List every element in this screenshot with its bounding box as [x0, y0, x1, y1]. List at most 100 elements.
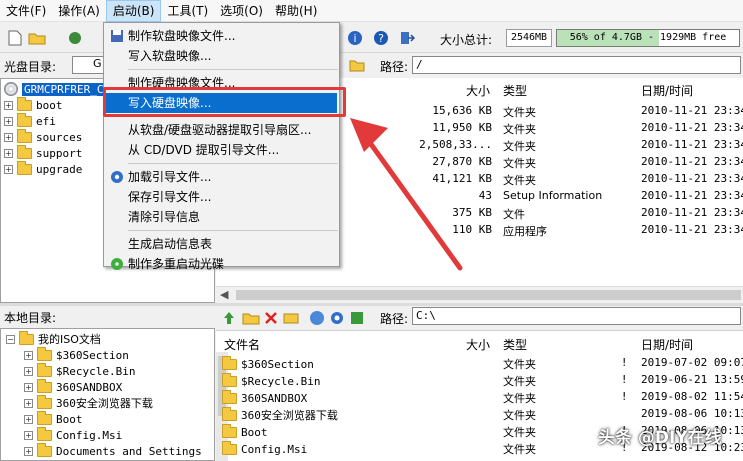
expand-icon[interactable]: + [24, 430, 33, 440]
menu-item[interactable]: 从 CD/DVD 提取引导文件... [106, 140, 337, 160]
tree-item[interactable]: + Boot [24, 410, 83, 427]
menu-item[interactable]: 清除引导信息 [106, 207, 337, 227]
file-type: 文件夹 [503, 409, 536, 422]
help-icon[interactable]: i [346, 29, 364, 47]
folder-icon [37, 394, 52, 409]
col-size-lower[interactable]: 大小 [466, 336, 490, 353]
up-arrow-icon[interactable] [220, 309, 238, 327]
expand-icon[interactable]: + [4, 164, 13, 174]
expand-icon[interactable]: + [4, 100, 13, 110]
table-row[interactable]: 360SANDBOX [222, 389, 308, 406]
new-icon[interactable] [6, 29, 24, 47]
col-name[interactable]: 文件名 [224, 336, 260, 353]
file-date: 2010-11-21 23:34 [641, 223, 743, 236]
table-row[interactable]: $360Section [222, 355, 314, 372]
local-path-input[interactable]: C:\ [412, 307, 741, 325]
file-type: 文件夹 [503, 174, 536, 187]
folder-icon [37, 442, 52, 457]
refresh-icon[interactable] [348, 309, 366, 327]
menu-item-label: 制作软盘映像文件... [128, 29, 236, 43]
folder-icon [17, 96, 32, 111]
file-date: 2019-08-06 10:13 [641, 407, 743, 420]
menu-boot[interactable]: 启动(B) [105, 0, 162, 22]
menu-item[interactable]: 加载引导文件... [106, 167, 337, 187]
col-type-lower[interactable]: 类型 [503, 336, 527, 353]
open-folder-icon[interactable] [28, 29, 46, 47]
scroll-thumb[interactable] [236, 290, 741, 300]
file-type: 文件夹 [503, 426, 536, 439]
menu-item[interactable]: 保存引导文件... [106, 187, 337, 207]
expand-icon[interactable]: + [24, 366, 33, 376]
expand-icon[interactable]: + [24, 414, 33, 424]
expand-icon[interactable]: + [24, 382, 33, 392]
tree-item[interactable]: +360安全浏览器下载 [24, 394, 153, 411]
menu-action[interactable]: 操作(A) [52, 0, 106, 22]
col-date[interactable]: 日期/时间 [641, 82, 693, 99]
tree-item[interactable]: + efi [4, 112, 56, 129]
table-row[interactable]: $Recycle.Bin [222, 372, 320, 389]
table-row[interactable]: Config.Msi [222, 440, 308, 457]
tree-item[interactable]: +360SANDBOX [24, 378, 122, 395]
expand-icon[interactable]: + [4, 132, 13, 142]
menu-item[interactable]: 制作多重启动光碟 [106, 254, 337, 274]
menu-item[interactable]: 写入软盘映像... [106, 46, 337, 66]
gear-icon[interactable] [328, 309, 346, 327]
delete-icon[interactable] [262, 309, 280, 327]
file-date: 2019-06-21 13:59 [641, 373, 743, 386]
new-folder-icon[interactable] [242, 309, 260, 327]
expand-icon[interactable]: + [24, 446, 33, 456]
cd-directory-label: 光盘目录: [4, 60, 57, 74]
tree-item[interactable]: + support [4, 144, 82, 161]
expand-icon[interactable]: + [24, 350, 33, 360]
col-type[interactable]: 类型 [503, 82, 527, 99]
folder-icon [37, 378, 52, 393]
menu-options[interactable]: 选项(O) [214, 0, 269, 22]
tree-item[interactable]: + upgrade [4, 160, 82, 177]
folder-icon [37, 362, 52, 377]
globe-icon[interactable] [308, 309, 326, 327]
col-date-lower[interactable]: 日期/时间 [641, 336, 693, 353]
file-date: 2010-11-21 23:34 [641, 206, 743, 219]
disc-capacity-text: 56% of 4.7GB - 1929MB free [569, 32, 727, 43]
menu-item[interactable]: 从软盘/硬盘驱动器提取引导扇区... [106, 120, 337, 140]
file-date: 2010-11-21 23:34 [641, 189, 743, 202]
tree-item[interactable]: + $360Section [24, 346, 129, 363]
tree-item[interactable]: + Documents and Settings [24, 442, 202, 459]
menu-help[interactable]: 帮助(H) [269, 0, 323, 22]
tree-item[interactable]: + sources [4, 128, 82, 145]
file-name: Config.Msi [241, 442, 308, 456]
file-date: 2019-07-02 09:07 [641, 356, 743, 369]
size-total-value: 2546MB [506, 29, 552, 47]
scroll-left-icon[interactable]: ◀ [220, 288, 228, 301]
extract-icon[interactable] [66, 29, 84, 47]
tree-item-label: $360Section [56, 348, 129, 362]
col-size[interactable]: 大小 [466, 82, 490, 99]
menu-item[interactable]: 生成启动信息表 [106, 234, 337, 254]
folder-up-icon[interactable] [348, 56, 366, 74]
expand-icon[interactable]: + [24, 398, 33, 408]
tree-item[interactable]: + Config.Msi [24, 426, 122, 443]
expand-icon[interactable]: + [4, 148, 13, 158]
table-row[interactable]: 360安全浏览器下载 [222, 406, 338, 423]
question-icon[interactable]: ? [372, 29, 390, 47]
file-name: 360SANDBOX [241, 391, 308, 405]
expand-icon[interactable]: + [4, 116, 13, 126]
menu-tools[interactable]: 工具(T) [161, 0, 214, 22]
tree-item[interactable]: − 我的ISO文档 [6, 330, 101, 347]
menu-item-label: 写入软盘映像... [128, 49, 212, 63]
file-type: 文件夹 [503, 106, 536, 119]
tree-item[interactable]: + $Recycle.Bin [24, 362, 135, 379]
tree-item[interactable]: + boot [4, 96, 63, 113]
file-flag: ! [622, 373, 627, 386]
table-row[interactable]: Boot [222, 423, 268, 440]
horizontal-scrollbar[interactable]: ◀ [216, 286, 743, 302]
rename-icon[interactable] [282, 309, 300, 327]
menu-item[interactable]: 制作软盘映像文件... [106, 26, 337, 46]
folder-icon [222, 423, 237, 438]
cd-path-input[interactable]: / [412, 56, 741, 74]
tree-item[interactable]: GRMCPRFRER_CN [4, 81, 113, 97]
pane-splitter[interactable] [0, 303, 743, 306]
expand-icon[interactable]: − [6, 334, 15, 344]
exit-icon[interactable] [398, 29, 416, 47]
menu-file[interactable]: 文件(F) [0, 0, 52, 22]
